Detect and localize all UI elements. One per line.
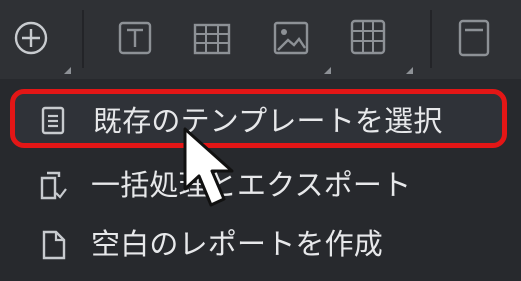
blank-document-icon xyxy=(42,230,66,260)
dropdown-caret-icon xyxy=(324,67,331,74)
menu-item-label: 空白のレポートを作成 xyxy=(91,227,384,261)
add-circle-icon xyxy=(14,21,48,55)
template-clipboard-icon xyxy=(41,106,65,135)
menu-item-batch-export[interactable]: 一括処理とエクスポート xyxy=(0,157,521,217)
panel-icon xyxy=(458,19,490,57)
dropdown-caret-icon xyxy=(406,67,413,74)
insert-grid-button[interactable] xyxy=(340,7,413,74)
table-icon xyxy=(193,23,231,55)
menu-item-select-template[interactable]: 既存のテンプレートを選択 xyxy=(10,89,507,148)
toolbar-divider xyxy=(82,10,84,68)
mouse-pointer-icon xyxy=(183,127,234,207)
menu-item-blank-report[interactable]: 空白のレポートを作成 xyxy=(0,217,521,277)
batch-copy-icon xyxy=(40,171,67,200)
toolbar-divider xyxy=(430,10,432,68)
text-box-icon xyxy=(118,21,152,55)
menu-item-label: 一括処理とエクスポート xyxy=(91,168,412,202)
insert-image-button[interactable] xyxy=(262,7,331,74)
insert-toolbar xyxy=(0,0,521,79)
add-element-button[interactable] xyxy=(0,7,71,74)
menu-item-label: 既存のテンプレートを選択 xyxy=(93,104,443,138)
image-icon xyxy=(273,21,309,55)
insert-panel-button[interactable] xyxy=(450,7,510,69)
dropdown-caret-icon xyxy=(64,67,71,74)
insert-table-button[interactable] xyxy=(182,7,242,69)
new-report-menu: 既存のテンプレートを選択 一括処理とエクスポート 空白のレポートを作成 xyxy=(0,79,521,281)
grid-icon xyxy=(350,19,386,55)
insert-text-button[interactable] xyxy=(108,7,168,69)
